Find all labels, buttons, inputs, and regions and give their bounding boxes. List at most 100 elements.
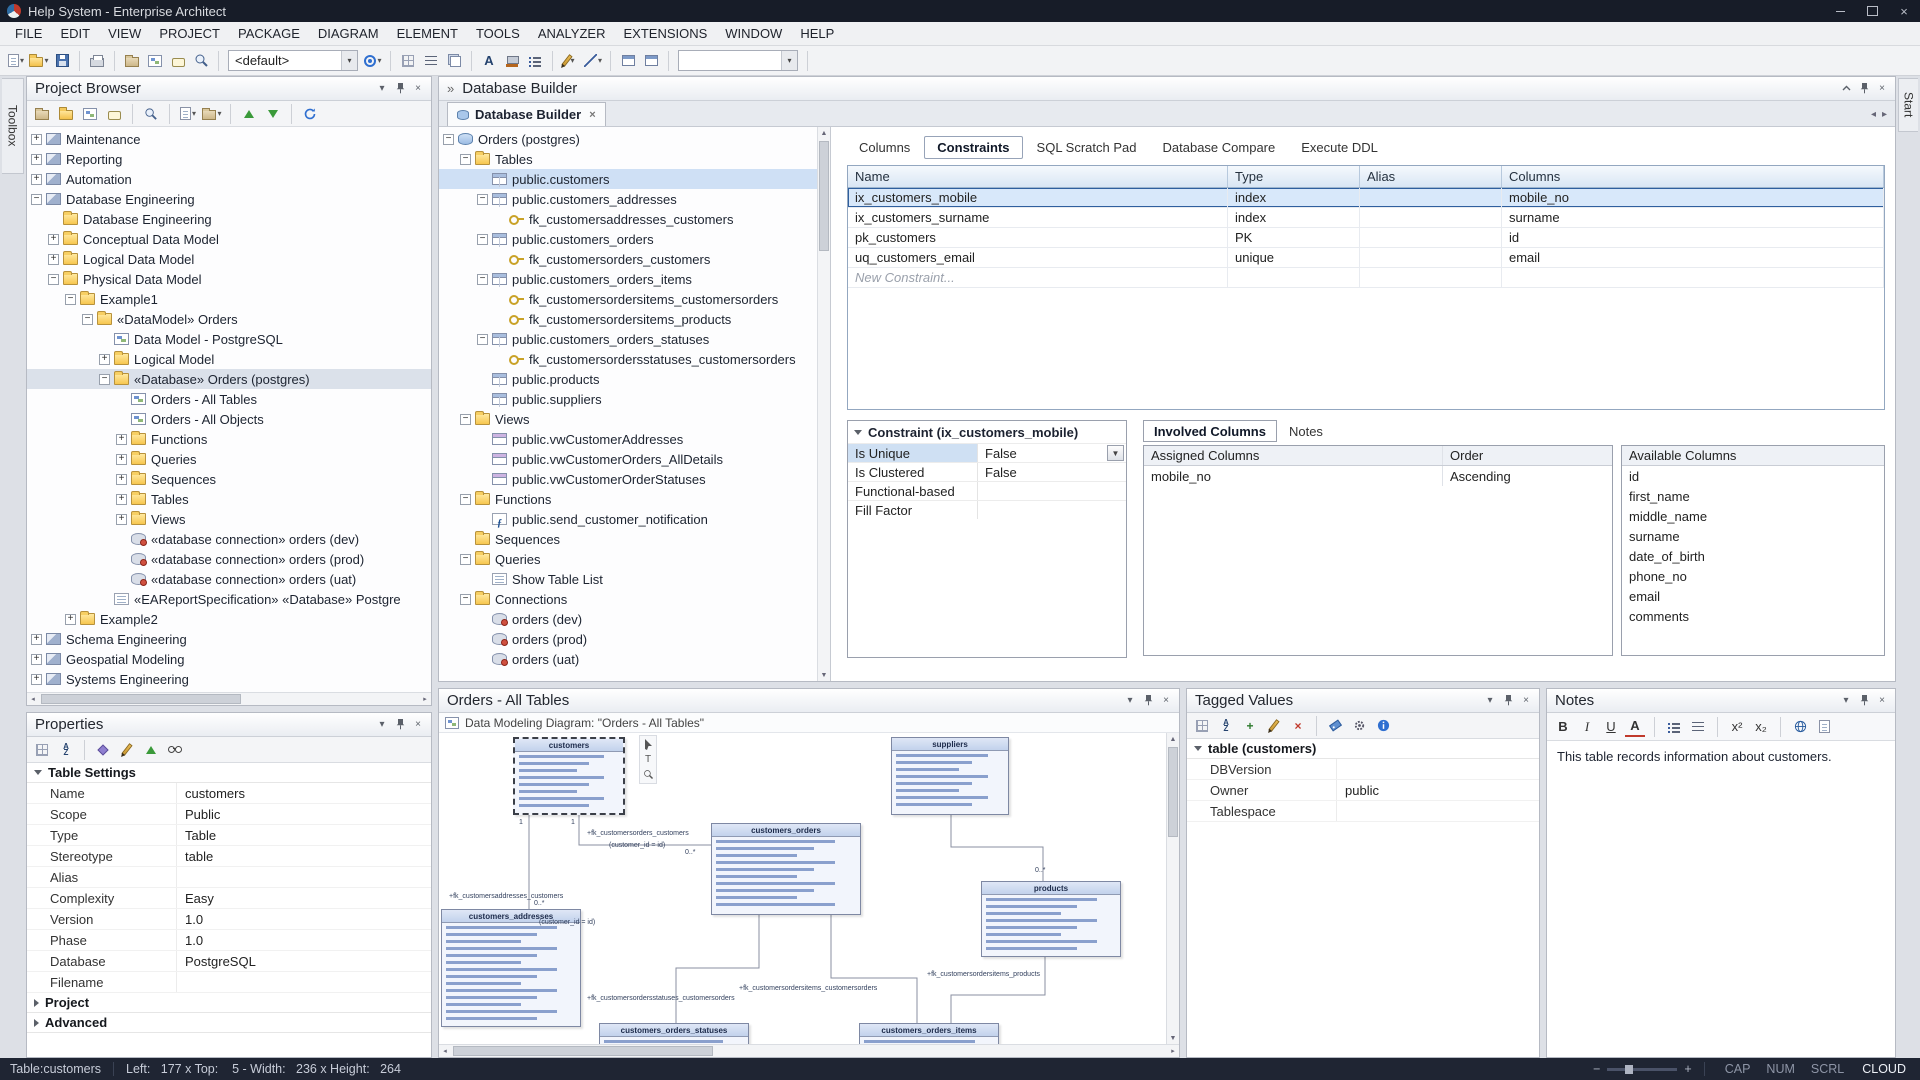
tree-toggle[interactable]: − [31,194,42,205]
tree-item[interactable]: −Example1 [27,289,431,309]
text-tool-icon[interactable]: T [645,754,651,765]
new-element-button[interactable] [167,49,189,73]
tree-item[interactable]: orders (uat) [439,649,817,669]
new-file-button[interactable]: ▾ [5,49,27,73]
target-button[interactable]: ▾ [362,49,384,73]
tree-item[interactable]: −Views [439,409,817,429]
scrollbar-thumb[interactable] [819,141,829,251]
entity-suppliers[interactable]: suppliers [891,737,1009,815]
pin-button[interactable] [1855,693,1873,709]
tree-item[interactable]: +Geospatial Modeling [27,649,431,669]
move-down-button[interactable] [262,103,284,124]
open-button[interactable]: ▾ [28,49,50,73]
tree-item[interactable]: +Reporting [27,149,431,169]
tree-item[interactable]: −public.customers_addresses [439,189,817,209]
entity-customers_orders_items[interactable]: customers_orders_items [859,1023,999,1044]
dropdown-button[interactable]: ▼ [1107,445,1124,461]
tree-item[interactable]: −Orders (postgres) [439,129,817,149]
tagged-value-row[interactable]: DBVersion [1187,759,1539,780]
edit-button[interactable] [116,739,138,760]
collapse-button[interactable] [1837,81,1855,97]
tab-involved-columns[interactable]: Involved Columns [1143,420,1277,442]
tree-item[interactable]: Orders - All Objects [27,409,431,429]
style-combo[interactable]: <default>▾ [228,50,358,71]
tree-item[interactable]: orders (prod) [439,629,817,649]
panel-menu-button[interactable]: ▾ [1837,693,1855,709]
tree-toggle[interactable]: − [48,274,59,285]
new-model-button[interactable] [31,103,53,124]
tree-toggle[interactable]: + [31,674,42,685]
available-column-row[interactable]: middle_name [1622,506,1884,526]
scroll-down-icon[interactable]: ▼ [818,669,830,681]
scroll-left-icon[interactable]: ◂ [439,1045,451,1057]
scroll-down-icon[interactable]: ▼ [1167,1032,1179,1044]
assigned-column-row[interactable]: mobile_noAscending [1144,466,1612,486]
tree-item[interactable]: +Conceptual Data Model [27,229,431,249]
zoom-slider-thumb[interactable] [1625,1065,1633,1074]
tree-item[interactable]: −«DataModel» Orders [27,309,431,329]
combo-arrow-icon[interactable]: ▾ [781,51,797,70]
tree-item[interactable]: −Functions [439,489,817,509]
tree-item[interactable]: fk_customersaddresses_customers [439,209,817,229]
available-column-row[interactable]: comments [1622,606,1884,626]
tagged-value-row[interactable]: Tablespace [1187,801,1539,822]
tree-toggle[interactable]: + [48,254,59,265]
zoom-slider[interactable] [1607,1068,1677,1071]
tree-toggle[interactable]: + [116,494,127,505]
combo-arrow-icon[interactable]: ▾ [341,51,357,70]
pin-button[interactable] [391,81,409,97]
diagram-vscrollbar[interactable]: ▲ ▼ [1166,733,1179,1044]
pin-button[interactable] [1139,693,1157,709]
tree-item[interactable]: +Example2 [27,609,431,629]
property-row[interactable]: Filename [27,972,431,993]
zoom-in-button[interactable]: + [1684,1062,1691,1076]
bold-button[interactable]: B [1553,717,1573,737]
zoom-out-button[interactable]: − [1593,1062,1600,1076]
pin-button[interactable] [1855,81,1873,97]
new-diagram-button[interactable] [144,49,166,73]
cloud-indicator[interactable]: CLOUD [1862,1062,1906,1076]
new-element-button[interactable] [103,103,125,124]
toolbox-edge-tab[interactable]: Toolbox [2,78,24,174]
scroll-right-icon[interactable]: ▸ [1167,1045,1179,1057]
tree-item[interactable]: public.customers [439,169,817,189]
tree-item[interactable]: public.products [439,369,817,389]
database-builder-tab[interactable]: Database Builder × [447,102,606,126]
overflow-chevrons-icon[interactable]: » [447,81,454,96]
expander-icon[interactable] [854,430,862,435]
print-button[interactable] [86,49,108,73]
group-header[interactable]: Advanced [27,1013,431,1033]
new-package-button[interactable] [55,103,77,124]
tree-item[interactable]: «database connection» orders (uat) [27,569,431,589]
project-browser-hscrollbar[interactable]: ◂ ▸ [27,692,431,705]
available-column-row[interactable]: email [1622,586,1884,606]
edit-document-button[interactable]: ▾ [177,103,199,124]
constraint-property-row[interactable]: Functional-based [848,481,1126,500]
tree-toggle[interactable]: + [65,614,76,625]
tree-toggle[interactable]: + [116,454,127,465]
tree-toggle[interactable]: − [460,554,471,565]
tree-item[interactable]: orders (dev) [439,609,817,629]
tree-toggle[interactable]: + [116,514,127,525]
tree-vscrollbar[interactable]: ▲ ▼ [817,127,830,681]
scroll-right-icon[interactable]: ▸ [419,693,431,705]
constraint-property-row[interactable]: Is UniqueFalse▼ [848,443,1126,462]
tree-toggle[interactable]: − [477,194,488,205]
panel-close-button[interactable]: × [1157,693,1175,709]
tree-toggle[interactable]: + [31,654,42,665]
panel-menu-button[interactable]: ▾ [373,717,391,733]
tree-item[interactable]: Show Table List [439,569,817,589]
menu-analyzer[interactable]: ANALYZER [529,22,615,45]
tree-item[interactable]: fk_customersordersstatuses_customersorde… [439,349,817,369]
delete-tagged-value-button[interactable]: × [1287,715,1309,736]
info-button[interactable] [1372,715,1394,736]
grid-layout-button[interactable] [397,49,419,73]
close-button[interactable]: × [1888,0,1920,22]
constraint-box-title-row[interactable]: Constraint (ix_customers_mobile) [848,421,1126,443]
new-package-button[interactable] [121,49,143,73]
group-header[interactable]: Project [27,993,431,1013]
tab-scroll-right-icon[interactable]: ▸ [1882,109,1887,120]
tree-toggle[interactable]: + [31,634,42,645]
entity-customers_orders[interactable]: customers_orders [711,823,861,915]
new-window-button[interactable] [1814,717,1834,737]
